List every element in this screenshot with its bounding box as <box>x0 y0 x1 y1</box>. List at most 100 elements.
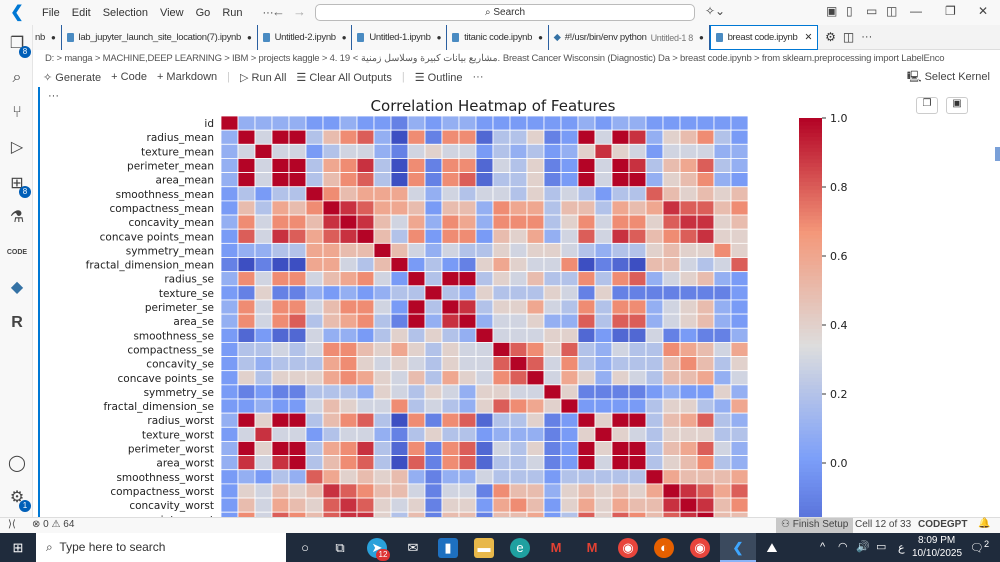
notification-center-icon[interactable]: 🗨2 <box>970 539 989 555</box>
editor-tabs: nb ● lab_jupyter_launch_site_location(7).… <box>33 25 1000 50</box>
cell-indicator[interactable]: Cell 12 of 33 <box>855 519 911 530</box>
menu-go[interactable]: Go <box>190 7 217 19</box>
heatmap-cell <box>254 469 273 485</box>
gmail-icon-2[interactable]: M <box>582 538 602 558</box>
heatmap-cell <box>611 285 630 301</box>
tab-breast-code[interactable]: breast code.ipynb ✕ <box>709 25 819 50</box>
heatmap-cell <box>458 370 477 386</box>
minimize-icon[interactable]: — <box>910 4 922 18</box>
menu-selection[interactable]: Selection <box>97 7 154 19</box>
heatmap-cell <box>271 398 290 414</box>
clock-time[interactable]: 8:09 PM <box>918 535 955 546</box>
select-kernel-button[interactable]: 🖳 Select Kernel <box>907 68 990 87</box>
toggle-sidebar-icon[interactable]: ▯ <box>846 4 853 18</box>
menu-file[interactable]: File <box>36 7 66 19</box>
wifi-icon[interactable]: ◠ <box>838 540 848 553</box>
heatmap-cell <box>322 441 341 457</box>
heatmap-cell <box>560 228 579 244</box>
command-center-search[interactable]: ⌕ Search <box>315 4 695 21</box>
vscode-taskbar-button[interactable]: ❮ <box>720 533 756 562</box>
run-debug-icon[interactable]: ▷ <box>6 137 28 159</box>
clock-date[interactable]: 10/10/2025 <box>912 548 962 559</box>
codegpt-status[interactable]: CODEGPT <box>918 519 967 530</box>
restore-icon[interactable]: ❐ <box>945 4 956 18</box>
r-language-icon[interactable]: R <box>6 312 28 334</box>
tab-untitled-1[interactable]: Untitled-1.ipynb ● <box>352 25 448 50</box>
toggle-secondary-sidebar-icon[interactable]: ◫ <box>886 4 897 18</box>
close-tab-icon[interactable]: ✕ <box>804 32 812 43</box>
telegram-icon[interactable]: ➤ 12 <box>367 538 390 561</box>
task-view-icon[interactable]: ⧉ <box>330 538 350 558</box>
codegpt-icon[interactable]: CODE <box>6 242 28 264</box>
battery-icon[interactable]: ▭ <box>876 540 886 553</box>
search-icon[interactable]: ⌕ <box>6 67 28 89</box>
heatmap-cell <box>339 412 358 428</box>
firefox-icon[interactable]: ◐ <box>654 538 674 558</box>
heatmap-cell <box>543 497 562 513</box>
heatmap-cell <box>628 158 647 173</box>
heatmap-cell <box>373 370 392 386</box>
copilot-icon[interactable]: ✧⌄ <box>705 4 725 18</box>
heatmap-cell <box>288 186 307 202</box>
heatmap-cell <box>390 115 409 131</box>
menu-run[interactable]: Run <box>216 7 248 19</box>
tab-untitled-2[interactable]: Untitled-2.ipynb ● <box>257 25 353 50</box>
store-icon[interactable]: ▮ <box>438 538 458 558</box>
source-control-icon[interactable]: ⑂ <box>6 102 28 124</box>
menu-edit[interactable]: Edit <box>66 7 97 19</box>
python-icon[interactable]: ◆ <box>6 277 28 299</box>
breadcrumb[interactable]: D: > manga > MACHINE,DEEP LEARNING > IBM… <box>33 50 1000 67</box>
split-editor-icon[interactable]: ◫ <box>843 25 854 49</box>
heatmap-cell <box>628 469 647 485</box>
forward-arrow-icon[interactable]: → <box>293 4 306 19</box>
photos-icon[interactable]: ⛰ <box>762 538 782 558</box>
tab-lab-jupyter[interactable]: lab_jupyter_launch_site_location(7).ipyn… <box>61 25 258 50</box>
gear-icon[interactable]: ⚙ <box>825 25 836 49</box>
outline-button[interactable]: ☰ Outline <box>415 71 463 84</box>
extensions-icon[interactable]: ⊞ 8 <box>6 173 31 198</box>
finish-setup-button[interactable]: ⚇ Finish Setup <box>776 518 854 533</box>
volume-icon[interactable]: 🔊 <box>856 540 870 553</box>
heatmap-cell <box>611 497 630 513</box>
windows-start-icon[interactable]: ⊞ <box>8 538 28 558</box>
close-window-icon[interactable]: ✕ <box>978 4 988 18</box>
clear-outputs-button[interactable]: ☰ Clear All Outputs <box>296 71 391 84</box>
tab-python-script[interactable]: ◆ #!/usr/bin/env python Untitled-1 8 ● <box>548 25 710 50</box>
remote-icon[interactable]: ⟩⟨ <box>8 519 16 530</box>
file-explorer-icon[interactable]: ▬ <box>474 538 494 558</box>
heatmap-cell <box>339 271 358 287</box>
chrome-profile-icon[interactable]: ◉ <box>690 538 710 558</box>
gmail-icon[interactable]: M <box>546 538 566 558</box>
add-markdown-button[interactable]: + Markdown <box>157 71 217 83</box>
back-arrow-icon[interactable]: ← <box>272 4 285 19</box>
heatmap-cell <box>560 285 579 301</box>
tab-titanic[interactable]: titanic code.ipynb ● <box>447 25 549 50</box>
customize-layout-icon[interactable]: ▣ <box>826 4 837 18</box>
input-language[interactable]: ع <box>898 541 905 554</box>
run-all-button[interactable]: ▷ Run All <box>240 71 286 84</box>
account-icon[interactable]: ◯ <box>6 453 28 475</box>
cortana-icon[interactable]: ○ <box>295 538 315 558</box>
explorer-icon[interactable]: ❐ 8 <box>6 33 31 58</box>
notifications-bell-icon[interactable]: 🔔 <box>978 518 990 529</box>
tab-nb[interactable]: nb ● <box>33 25 62 50</box>
settings-gear-icon[interactable]: ⚙ 1 <box>6 487 31 512</box>
heatmap-cell <box>458 455 477 471</box>
edge-icon[interactable]: e <box>510 538 530 558</box>
mail-icon[interactable]: ✉ <box>403 538 423 558</box>
chrome-icon[interactable]: ◉ <box>618 538 638 558</box>
add-code-button[interactable]: + Code <box>111 71 147 83</box>
toggle-panel-icon[interactable]: ▭ <box>866 4 877 18</box>
menu-view[interactable]: View <box>154 7 190 19</box>
heatmap-cell <box>662 257 681 273</box>
heatmap-cell <box>730 356 749 372</box>
more-actions-icon[interactable]: ··· <box>861 25 872 49</box>
heatmap-cell <box>220 158 239 173</box>
heatmap-cell <box>288 356 307 372</box>
taskbar-search-box[interactable]: ⌕ Type here to search <box>36 533 286 562</box>
testing-flask-icon[interactable]: ⚗ <box>6 207 28 229</box>
tray-chevron-icon[interactable]: ^ <box>820 541 825 553</box>
problems-indicator[interactable]: ⊗ 0 ⚠ 64 <box>32 519 74 530</box>
generate-button[interactable]: ✧ Generate <box>43 71 101 84</box>
toolbar-more-button[interactable]: ··· <box>473 71 484 83</box>
